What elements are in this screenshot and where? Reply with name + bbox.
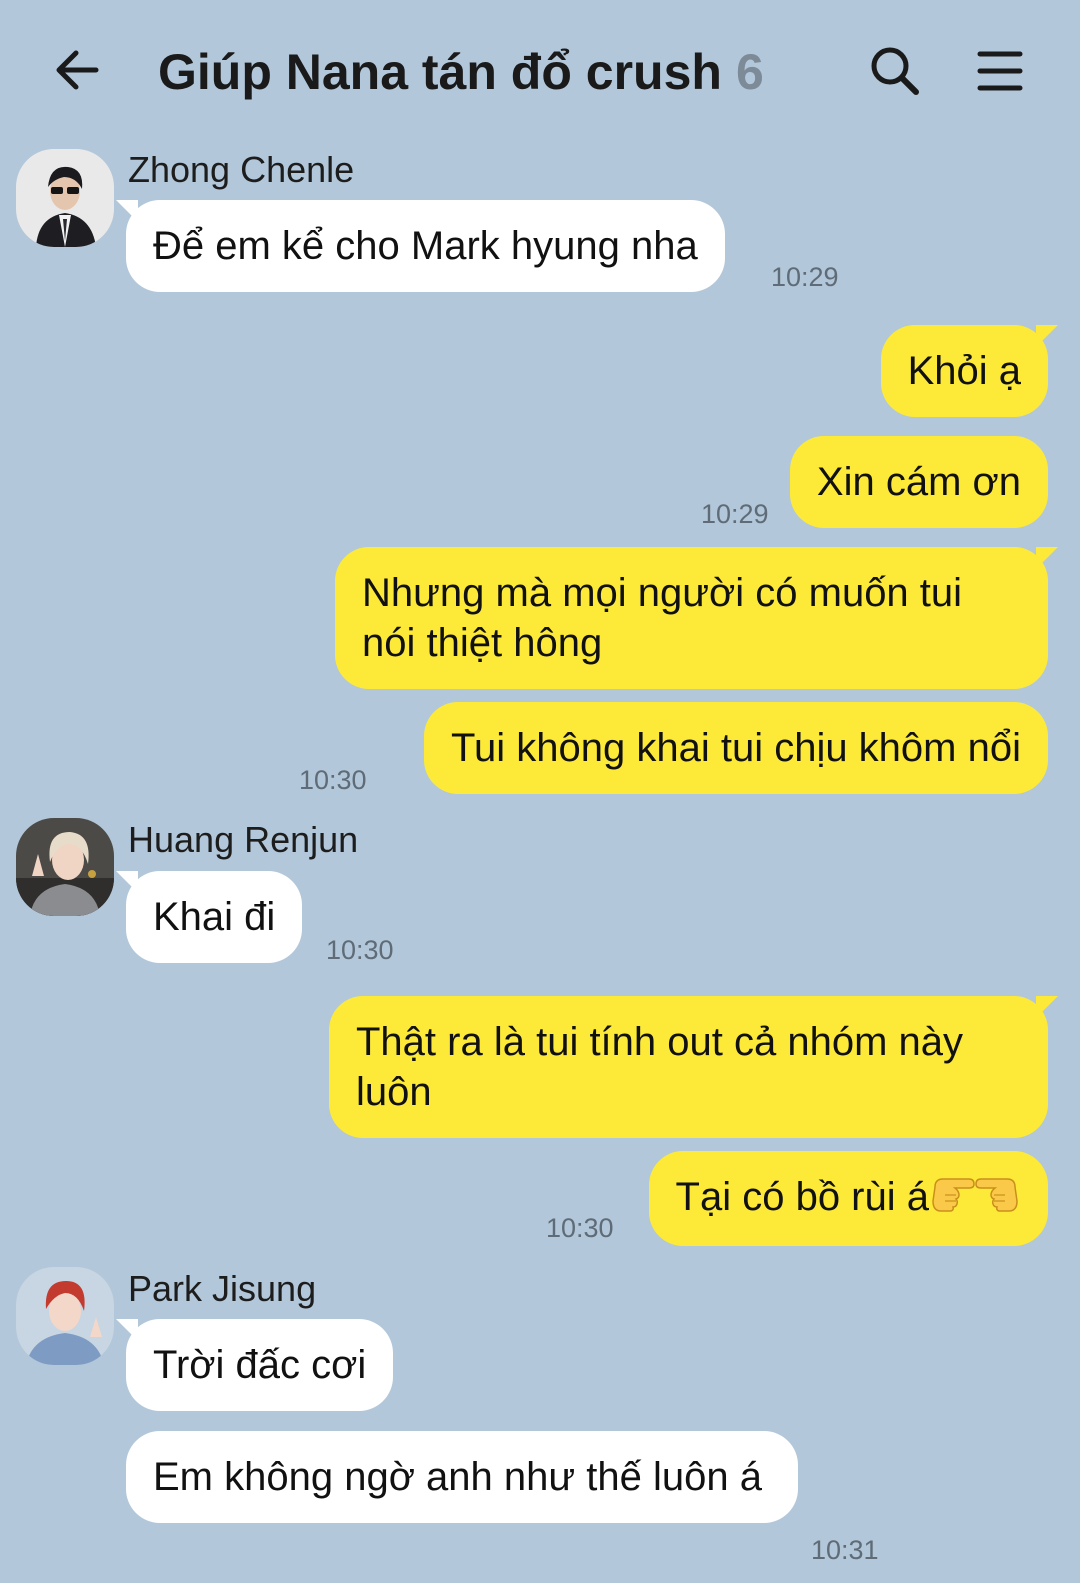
message-bubble[interactable]: Khỏi ạ <box>880 325 1059 417</box>
avatar-park-jisung[interactable] <box>16 1267 114 1365</box>
avatar-zhong-chenle[interactable] <box>16 149 114 247</box>
message-time: 10:30 <box>546 1213 614 1243</box>
sender-name: Zhong Chenle <box>128 149 355 190</box>
chat-title-text: Giúp Nana tán đổ crush <box>158 44 722 100</box>
message-time: 10:30 <box>299 765 367 795</box>
hamburger-menu-icon[interactable] <box>976 44 1032 100</box>
chat-header: Giúp Nana tán đổ crush 6 <box>0 0 1080 140</box>
message-text: Tại có bồ rùi á <box>675 1175 929 1219</box>
sender-name: Huang Renjun <box>128 819 359 860</box>
message-bubble[interactable]: Thật ra là tui tính out cả nhóm này luôn <box>329 996 1058 1138</box>
message-bubble[interactable]: Trời đấc cơi <box>115 1319 394 1411</box>
chat-title[interactable]: Giúp Nana tán đổ crush 6 <box>158 40 764 104</box>
message-bubble[interactable]: Em không ngờ anh như thế luôn á <box>126 1431 798 1523</box>
message-time: 10:30 <box>326 935 394 965</box>
backhand-index-pointing-left-icon <box>975 1173 1021 1225</box>
message-bubble[interactable]: Nhưng mà mọi người có muốn tui nói thiệt… <box>335 547 1058 689</box>
message-time: 10:29 <box>701 499 769 529</box>
member-count: 6 <box>735 44 764 100</box>
message-bubble[interactable]: Xin cám ơn <box>789 436 1048 528</box>
message-bubble[interactable]: Tại có bồ rùi á <box>648 1151 1048 1247</box>
message-bubble[interactable]: Khai đi <box>115 871 303 963</box>
avatar-huang-renjun[interactable] <box>16 818 114 916</box>
message-time: 10:31 <box>811 1535 879 1565</box>
message-time: 10:29 <box>771 262 839 292</box>
message-bubble[interactable]: Tui không khai tui chịu khôm nổi <box>424 702 1048 794</box>
back-arrow-icon[interactable] <box>48 40 108 100</box>
sender-name: Park Jisung <box>128 1268 317 1309</box>
search-icon[interactable] <box>866 42 926 102</box>
backhand-index-pointing-right-icon <box>929 1173 975 1225</box>
message-bubble[interactable]: Để em kể cho Mark hyung nha <box>116 200 725 292</box>
